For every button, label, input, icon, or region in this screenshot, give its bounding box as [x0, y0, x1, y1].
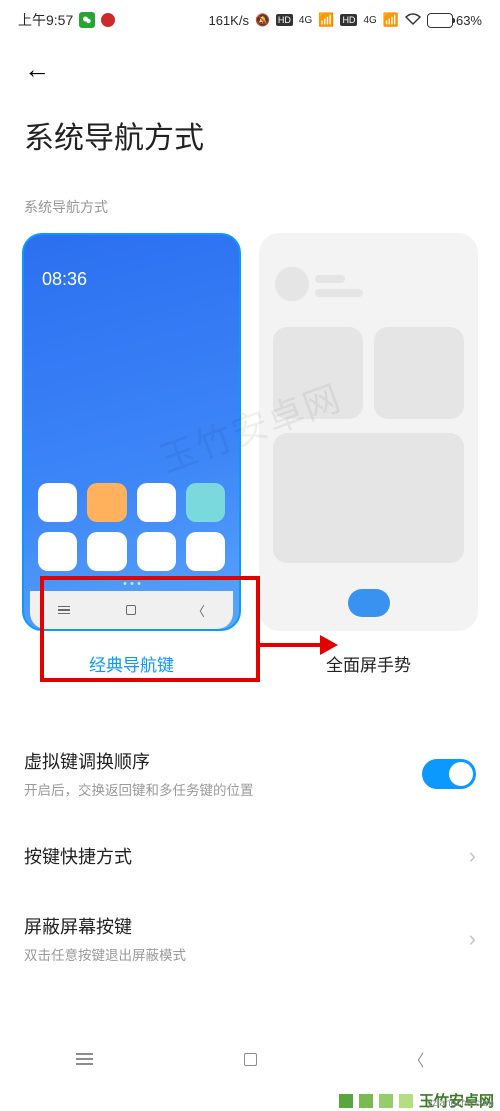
section-label: 系统导航方式	[24, 197, 476, 217]
hs-clock: 08:36	[42, 269, 87, 290]
app-icon	[186, 483, 225, 522]
back-button[interactable]: 〈	[408, 1047, 424, 1071]
wm-block-icon	[359, 1094, 373, 1108]
signal-icon-1: 📶	[318, 12, 334, 28]
home-icon	[126, 605, 136, 615]
row-swap-keys[interactable]: 虚拟键调换顺序 开启后，交换返回键和多任务键的位置	[24, 726, 476, 821]
chevron-right-icon: ›	[469, 926, 476, 952]
wm-block-icon	[399, 1094, 413, 1108]
navigation-options: 08:36 〈 经典导航键	[0, 217, 500, 676]
signal-icon-2: 📶	[383, 12, 399, 28]
hd-icon-1: HD	[276, 14, 293, 26]
app-icon	[137, 532, 176, 571]
app-icon	[137, 483, 176, 522]
4g-signal-1: 4G	[299, 15, 312, 26]
hs-navbar-preview: 〈	[30, 591, 233, 629]
swap-keys-toggle[interactable]	[422, 759, 476, 789]
menu-icon	[58, 606, 70, 615]
app-icon	[186, 532, 225, 571]
skeleton-block	[273, 433, 464, 563]
mute-icon: 🔕	[255, 13, 270, 27]
back-icon: 〈	[192, 601, 205, 620]
skeleton-line	[315, 275, 345, 283]
wifi-icon	[405, 13, 421, 28]
page-title: 系统导航方式	[24, 113, 476, 157]
wm-block-icon	[339, 1094, 353, 1108]
app-icon	[87, 483, 126, 522]
hd-icon-2: HD	[340, 14, 357, 26]
app-icon	[87, 532, 126, 571]
classic-nav-preview: 08:36 〈	[22, 233, 241, 631]
wechat-icon	[79, 12, 95, 28]
hs-page-dots	[123, 582, 140, 585]
back-button[interactable]: ←	[24, 54, 476, 85]
app-icon	[38, 483, 77, 522]
recent-apps-button[interactable]	[76, 1053, 93, 1064]
notification-icon	[101, 13, 115, 27]
system-nav-bar: 〈	[0, 1039, 500, 1079]
row-key-shortcut[interactable]: 按键快捷方式 ›	[24, 821, 476, 891]
row-sub: 双击任意按键退出屏蔽模式	[24, 944, 186, 964]
row-title: 屏蔽屏幕按键	[24, 913, 186, 939]
page-header: ← 系统导航方式 系统导航方式	[0, 40, 500, 217]
status-bar: 上午9:57 161K/s 🔕 HD 4G 📶 HD 4G 📶 63%	[0, 0, 500, 40]
chevron-right-icon: ›	[469, 843, 476, 869]
network-speed: 161K/s	[208, 13, 248, 28]
option-label-gesture: 全面屏手势	[326, 651, 411, 676]
gesture-pill-icon	[348, 589, 390, 617]
status-time: 上午9:57	[18, 10, 73, 30]
option-gesture-nav[interactable]: 全面屏手势	[259, 233, 478, 676]
battery-percent: 63%	[456, 13, 482, 28]
hs-app-grid	[38, 483, 225, 572]
row-title: 按键快捷方式	[24, 843, 132, 869]
battery-icon: 63%	[427, 13, 482, 28]
option-label-classic: 经典导航键	[89, 651, 174, 676]
skeleton-avatar	[275, 267, 309, 301]
row-title: 虚拟键调换顺序	[24, 748, 254, 774]
wm-block-icon	[379, 1094, 393, 1108]
watermark-url: yzlangcha.com	[427, 1098, 494, 1109]
option-classic-nav[interactable]: 08:36 〈 经典导航键	[22, 233, 241, 676]
settings-list: 虚拟键调换顺序 开启后，交换返回键和多任务键的位置 按键快捷方式 › 屏蔽屏幕按…	[0, 726, 500, 986]
skeleton-block	[273, 327, 363, 419]
4g-signal-2: 4G	[363, 15, 376, 26]
home-button[interactable]	[244, 1053, 257, 1066]
skeleton-line	[315, 289, 363, 297]
app-icon	[38, 532, 77, 571]
gesture-nav-preview	[259, 233, 478, 631]
row-sub: 开启后，交换返回键和多任务键的位置	[24, 779, 254, 799]
row-block-keys[interactable]: 屏蔽屏幕按键 双击任意按键退出屏蔽模式 ›	[24, 891, 476, 986]
status-left: 上午9:57	[18, 10, 115, 30]
skeleton-block	[374, 327, 464, 419]
status-right: 161K/s 🔕 HD 4G 📶 HD 4G 📶 63%	[208, 12, 482, 28]
